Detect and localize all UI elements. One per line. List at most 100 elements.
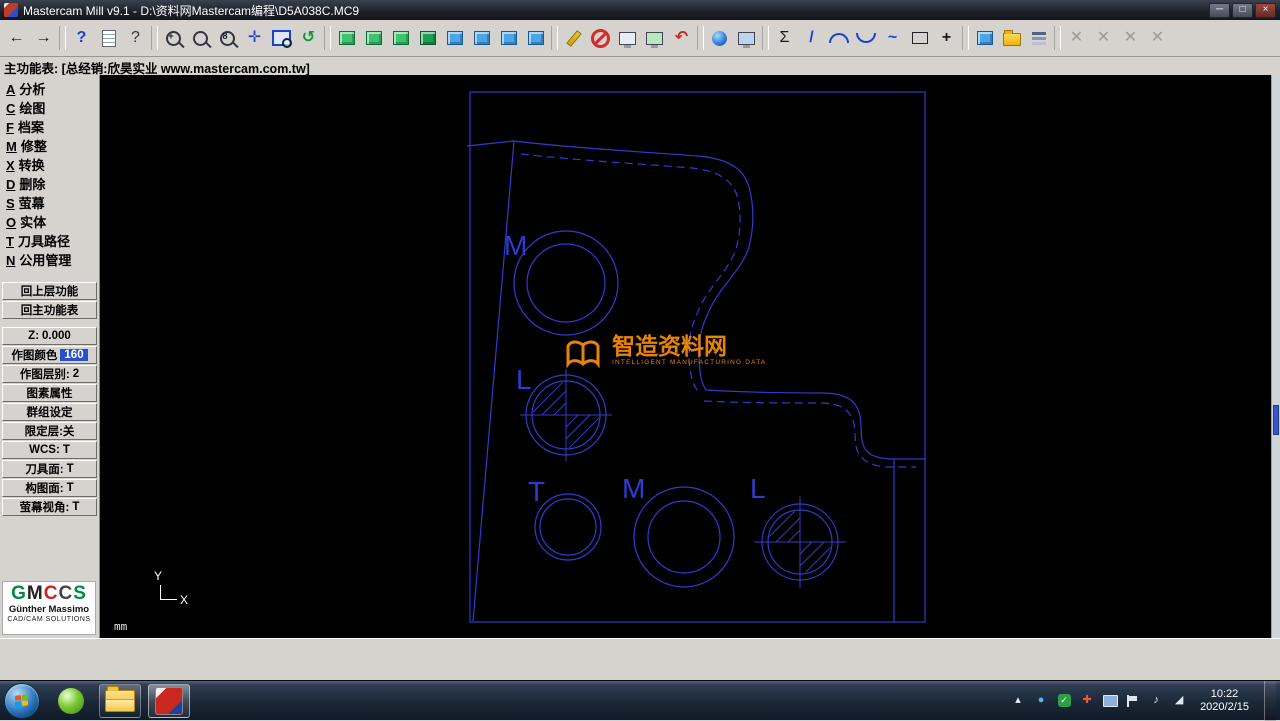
shading-icon[interactable]: [706, 25, 733, 52]
sidebar-item-delete[interactable]: D删除: [0, 175, 99, 194]
scrollbar-thumb[interactable]: [1273, 405, 1279, 435]
back-arrow-icon[interactable]: ←: [3, 25, 30, 52]
update-icon[interactable]: ✚: [1079, 693, 1095, 709]
hidden-icons-arrow-icon[interactable]: ▴: [1010, 693, 1026, 709]
screen-redraw-icon[interactable]: [641, 25, 668, 52]
cview-side-icon[interactable]: [495, 25, 522, 52]
toolbar-separator: [697, 26, 704, 50]
display-icon[interactable]: [1102, 693, 1118, 709]
ime-icon[interactable]: ●: [1033, 693, 1049, 709]
sidebar-item-screen[interactable]: S萤幕: [0, 194, 99, 213]
toolbar-separator: [59, 26, 66, 50]
action-center-flag-icon[interactable]: [1125, 693, 1141, 709]
minimize-button[interactable]: ─: [1209, 3, 1230, 18]
axis-y-line: [160, 585, 161, 599]
graphics-viewport[interactable]: M L T M L 智造资料网 INTELLIGENT MANUFACTURIN…: [100, 75, 1280, 638]
sidebar-field-draw-color[interactable]: 作图颜色160: [2, 346, 97, 364]
help-icon[interactable]: ?: [68, 25, 95, 52]
zoom-in-icon[interactable]: +: [160, 25, 187, 52]
forward-arrow-icon[interactable]: →: [30, 25, 57, 52]
gview-front-icon[interactable]: [360, 25, 387, 52]
file-open-icon[interactable]: [998, 25, 1025, 52]
repaint-icon[interactable]: ↺: [295, 25, 322, 52]
sidebar-field-wcs[interactable]: WCS:T: [2, 441, 97, 459]
toolbar-separator: [762, 26, 769, 50]
watermark: 智造资料网 INTELLIGENT MANUFACTURING DATA: [562, 333, 766, 373]
browser-icon: [58, 688, 84, 714]
surface-display-icon[interactable]: [733, 25, 760, 52]
gview-iso-icon[interactable]: [414, 25, 441, 52]
delete-icon[interactable]: [587, 25, 614, 52]
taskbar-explorer-icon[interactable]: [99, 684, 141, 718]
plus-icon[interactable]: +: [933, 25, 960, 52]
mastercam-icon: [155, 687, 183, 715]
sidebar-field-draw-level[interactable]: 作图层别:2: [2, 365, 97, 383]
sidebar-item-solids[interactable]: O实体: [0, 213, 99, 232]
brush-icon[interactable]: [560, 25, 587, 52]
sidebar-item-nc-utils[interactable]: N公用管理: [0, 251, 99, 270]
sidebar-item-modify[interactable]: M修整: [0, 137, 99, 156]
taskbar-clock[interactable]: 10:22 2020/2/15: [1200, 688, 1249, 714]
sidebar-field-entity-attributes[interactable]: 图素属性: [2, 384, 97, 402]
spline-icon[interactable]: ~: [879, 25, 906, 52]
sidebar-field-level-limit[interactable]: 限定层:关: [2, 422, 97, 440]
sidebar-item-xform[interactable]: X转换: [0, 156, 99, 175]
cview-front-icon[interactable]: [468, 25, 495, 52]
line-icon[interactable]: /: [798, 25, 825, 52]
arc-icon[interactable]: [825, 25, 852, 52]
hole-label-l2: L: [750, 473, 766, 504]
context-help-icon[interactable]: ?: [122, 25, 149, 52]
main-menu-button[interactable]: 回主功能表: [2, 301, 97, 319]
sidebar-field-graphics-view[interactable]: 萤幕视角:T: [2, 498, 97, 516]
arc-down-icon[interactable]: [852, 25, 879, 52]
sidebar-item-create[interactable]: C绘图: [0, 99, 99, 118]
sidebar-field-tool-plane[interactable]: 刀具面:T: [2, 460, 97, 478]
zoom-window-icon[interactable]: [187, 25, 214, 52]
start-button[interactable]: [4, 683, 40, 719]
layers-icon[interactable]: [1025, 25, 1052, 52]
sidebar-item-file[interactable]: F档案: [0, 118, 99, 137]
calculator-icon[interactable]: Σ: [771, 25, 798, 52]
gview-top-icon[interactable]: [333, 25, 360, 52]
fit-screen-icon[interactable]: [268, 25, 295, 52]
network-icon[interactable]: ◢: [1171, 693, 1187, 709]
sidebar-field-z-depth[interactable]: Z:0.000: [2, 327, 97, 345]
hole-label-m1: M: [504, 230, 527, 261]
taskbar-mastercam-icon[interactable]: [148, 684, 190, 718]
backup-menu-button[interactable]: 回上层功能: [2, 282, 97, 300]
taskbar-browser-icon[interactable]: [50, 684, 92, 718]
rectangle-icon[interactable]: [906, 25, 933, 52]
zoom-scale-icon[interactable]: 8: [214, 25, 241, 52]
watermark-subtitle: INTELLIGENT MANUFACTURING DATA: [612, 359, 766, 366]
trim-icon: ✕: [1063, 25, 1090, 52]
maximize-button[interactable]: □: [1232, 3, 1253, 18]
pan-icon[interactable]: ✛: [241, 25, 268, 52]
sidebar-field-group-settings[interactable]: 群组设定: [2, 403, 97, 421]
cview-top-icon[interactable]: [441, 25, 468, 52]
xform-icon[interactable]: [971, 25, 998, 52]
cview-iso-icon[interactable]: [522, 25, 549, 52]
sidebar-field-construction-plane[interactable]: 构图面:T: [2, 479, 97, 497]
show-desktop-button[interactable]: [1264, 681, 1276, 721]
toolbar-separator: [151, 26, 158, 50]
close-button[interactable]: ×: [1255, 3, 1276, 18]
prompt-area: [0, 638, 1280, 680]
windows-flag-icon: [15, 694, 29, 707]
right-scrollbar[interactable]: [1271, 75, 1280, 638]
undo-icon[interactable]: ↶: [668, 25, 695, 52]
safety-shield-icon[interactable]: [1056, 693, 1072, 709]
window-title: Mastercam Mill v9.1 - D:\资料网Mastercam编程\…: [23, 2, 359, 19]
volume-icon[interactable]: ♪: [1148, 693, 1164, 709]
toolbar: ←→??+8✛↺↶Σ/~+✕✕✕✕: [0, 20, 1280, 57]
gmccs-letter: G: [11, 583, 27, 604]
sidebar-nav-buttons: 回上层功能 回主功能表: [0, 282, 99, 319]
gmccs-letter: M: [27, 583, 44, 604]
sidebar-item-toolpaths[interactable]: T刀具路径: [0, 232, 99, 251]
extend-icon: ✕: [1144, 25, 1171, 52]
gview-side-icon[interactable]: [387, 25, 414, 52]
sidebar-item-analyze[interactable]: A分析: [0, 80, 99, 99]
hole-label-l1: L: [516, 364, 532, 395]
toolbar-separator: [962, 26, 969, 50]
screen-blank-icon[interactable]: [614, 25, 641, 52]
notepad-icon[interactable]: [95, 25, 122, 52]
